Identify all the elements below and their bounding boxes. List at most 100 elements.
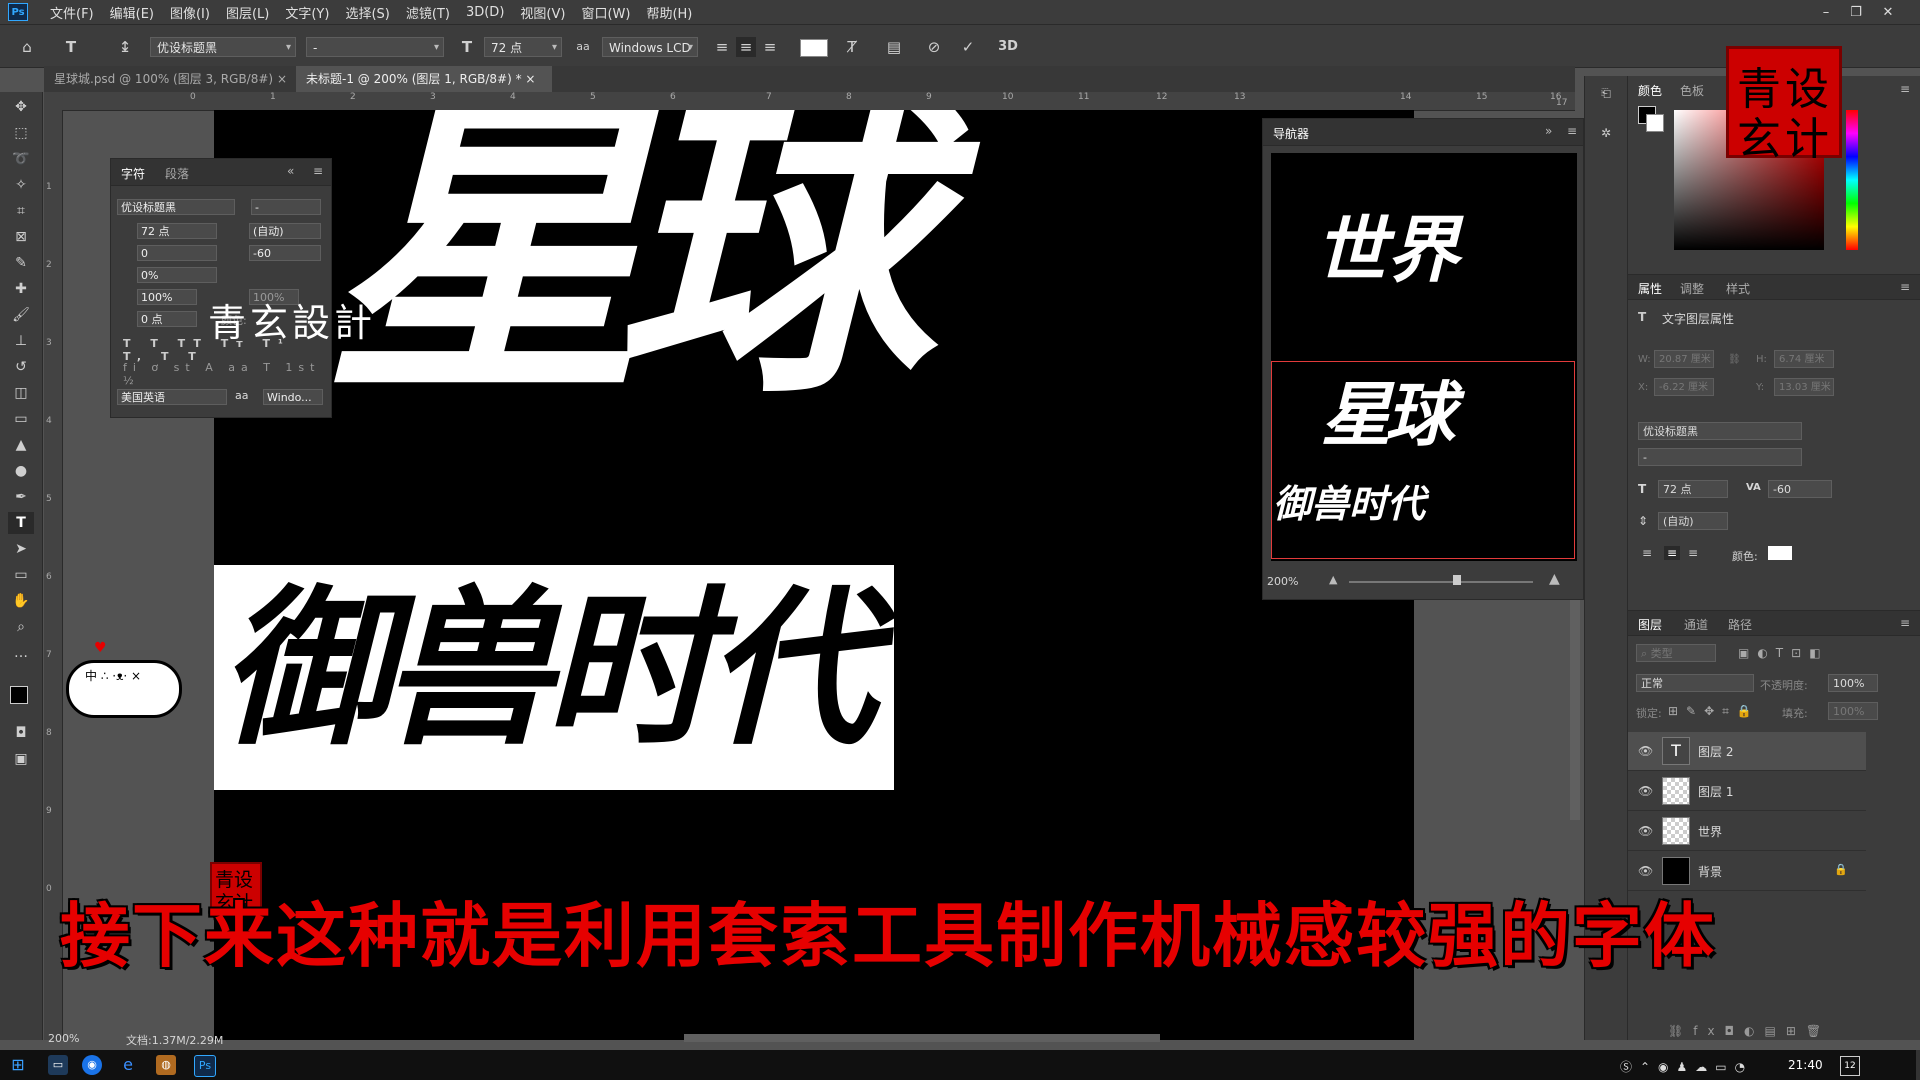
frame-tool-icon[interactable]: ⊠ xyxy=(8,226,34,248)
gradient-tool-icon[interactable]: ▭ xyxy=(8,408,34,430)
prop-tracking[interactable]: -60 xyxy=(1768,480,1832,498)
opacity-field[interactable]: 100% xyxy=(1828,674,1878,692)
menu-layer[interactable]: 图层(L) xyxy=(218,3,277,22)
toggle-orientation-icon[interactable]: ↨ xyxy=(114,37,136,57)
hue-slider[interactable] xyxy=(1846,110,1858,250)
prop-font-style[interactable]: - xyxy=(1638,448,1802,466)
layer-footer-icons[interactable]: ⛓fx◘◐▤⊞🗑 xyxy=(1668,1024,1831,1038)
type-tool-icon[interactable]: T xyxy=(60,37,82,57)
menu-view[interactable]: 视图(V) xyxy=(512,3,573,22)
tab-paragraph[interactable]: 段落 xyxy=(165,165,189,182)
prop-size[interactable]: 72 点 xyxy=(1658,480,1728,498)
fill-field[interactable]: 100% xyxy=(1828,702,1878,720)
char-kerning[interactable]: 0 xyxy=(137,245,217,261)
clock[interactable]: 21:40 xyxy=(1788,1058,1823,1072)
cancel-icon[interactable]: ⊘ xyxy=(924,37,944,57)
tab-planet-psd[interactable]: 星球城.psd @ 100% (图层 3, RGB/8#) × xyxy=(44,66,310,92)
panels-toggle-icon[interactable]: ▤ xyxy=(884,37,904,57)
warp-text-icon[interactable]: Ⱦ xyxy=(842,37,862,57)
lasso-tool-icon[interactable]: ➰ xyxy=(8,148,34,170)
char-baseline[interactable]: 0 点 xyxy=(137,311,197,327)
tab-close-icon[interactable]: × xyxy=(277,72,287,86)
shape-tool-icon[interactable]: ▭ xyxy=(8,564,34,586)
panel-menu-icon[interactable]: ≡ xyxy=(1567,124,1577,138)
align-left-icon[interactable]: ≡ xyxy=(712,37,732,57)
char-antialias[interactable]: Windo... xyxy=(263,389,323,405)
align-center-icon[interactable]: ≡ xyxy=(1664,546,1681,560)
eyedropper-icon[interactable]: ✎ xyxy=(8,252,34,274)
menu-type[interactable]: 文字(Y) xyxy=(277,3,337,22)
tab-close-icon[interactable]: × xyxy=(525,72,535,86)
font-family-select[interactable]: 优设标题黑 ▾ xyxy=(150,37,296,57)
blur-tool-icon[interactable]: ▲ xyxy=(8,434,34,456)
char-leading[interactable]: (自动) xyxy=(249,223,321,239)
status-zoom[interactable]: 200% xyxy=(48,1032,79,1045)
char-tsume[interactable]: 0% xyxy=(137,267,217,283)
show-desktop-button[interactable] xyxy=(1916,1050,1920,1080)
char-tracking[interactable]: -60 xyxy=(249,245,321,261)
crop-tool-icon[interactable]: ⌗ xyxy=(8,200,34,222)
type-tool-icon[interactable]: T xyxy=(8,512,34,534)
char-vertical-scale[interactable]: 100% xyxy=(137,289,197,305)
zoom-tool-icon[interactable]: ⌕ xyxy=(8,616,34,638)
marquee-tool-icon[interactable]: ⬚ xyxy=(8,122,34,144)
tab-paths[interactable]: 路径 xyxy=(1728,616,1752,633)
eraser-icon[interactable]: ◫ xyxy=(8,382,34,404)
menu-3d[interactable]: 3D(D) xyxy=(458,5,512,20)
width-field[interactable]: 20.87 厘米 xyxy=(1654,350,1714,368)
prop-color-swatch[interactable] xyxy=(1768,546,1792,560)
char-font-style[interactable]: - xyxy=(251,199,321,215)
layer-row[interactable]: 👁 T 图层 2 xyxy=(1628,732,1866,771)
zoom-slider[interactable] xyxy=(1349,581,1533,583)
menu-image[interactable]: 图像(I) xyxy=(162,3,218,22)
menu-edit[interactable]: 编辑(E) xyxy=(102,3,162,22)
more-tools-icon[interactable]: … xyxy=(8,642,34,664)
home-icon[interactable]: ⌂ xyxy=(16,37,38,57)
3d-button[interactable]: 3D xyxy=(996,37,1020,57)
layer-filter-icons[interactable]: ▣◐T⊡◧ xyxy=(1738,646,1829,660)
blend-mode-select[interactable]: 正常 xyxy=(1636,674,1754,692)
system-tray-icons[interactable]: Ⓢ⌃◉♟☁▭◔ xyxy=(1620,1058,1753,1075)
stamp-tool-icon[interactable]: ⊥ xyxy=(8,330,34,352)
navigator-preview[interactable]: 世界 星球 御兽时代 xyxy=(1271,153,1577,561)
close-icon[interactable]: ✕ xyxy=(1874,0,1902,24)
horizontal-scrollbar[interactable] xyxy=(684,1034,1160,1042)
visibility-eye-icon[interactable]: 👁 xyxy=(1638,824,1653,838)
collapse-icon[interactable]: « xyxy=(287,164,294,178)
visibility-eye-icon[interactable]: 👁 xyxy=(1638,744,1653,758)
antialias-select[interactable]: Windows LCD ▾ xyxy=(602,37,698,57)
tab-character[interactable]: 字符 xyxy=(121,165,145,182)
menu-file[interactable]: 文件(F) xyxy=(42,3,102,22)
visibility-eye-icon[interactable]: 👁 xyxy=(1638,864,1653,878)
link-icon[interactable]: ⛓ xyxy=(1728,354,1741,365)
tab-channels[interactable]: 通道 xyxy=(1684,616,1708,633)
menu-window[interactable]: 窗口(W) xyxy=(573,3,638,22)
layer-name[interactable]: 世界 xyxy=(1698,823,1722,840)
dodge-tool-icon[interactable]: ● xyxy=(8,460,34,482)
text-color-swatch[interactable] xyxy=(800,39,828,57)
quick-mask-icon[interactable]: ◘ xyxy=(8,722,34,744)
settings-panel-icon[interactable]: ✲ xyxy=(1595,126,1617,148)
tab-layers[interactable]: 图层 xyxy=(1638,616,1662,633)
healing-brush-icon[interactable]: ✚ xyxy=(8,278,34,300)
align-right-icon[interactable]: ≡ xyxy=(760,37,780,57)
char-size[interactable]: 72 点 xyxy=(137,223,217,239)
history-panel-icon[interactable]: ⎗ xyxy=(1595,86,1617,108)
font-style-select[interactable]: - ▾ xyxy=(306,37,444,57)
screen-mode-icon[interactable]: ▣ xyxy=(8,748,34,770)
align-right-icon[interactable]: ≡ xyxy=(1688,546,1698,560)
char-font-family[interactable]: 优设标题黑 xyxy=(117,199,235,215)
layer-row[interactable]: 👁 图层 1 xyxy=(1628,772,1866,811)
align-center-icon[interactable]: ≡ xyxy=(736,37,756,57)
char-language[interactable]: 美国英语 xyxy=(117,389,227,405)
menu-filter[interactable]: 滤镜(T) xyxy=(398,3,458,22)
history-brush-icon[interactable]: ↺ xyxy=(8,356,34,378)
zoom-in-icon[interactable]: ▲ xyxy=(1549,571,1560,587)
prop-font-family[interactable]: 优设标题黑 xyxy=(1638,422,1802,440)
minimize-icon[interactable]: – xyxy=(1812,0,1840,24)
hand-tool-icon[interactable]: ✋ xyxy=(8,590,34,612)
align-left-icon[interactable]: ≡ xyxy=(1642,546,1652,560)
magic-wand-icon[interactable]: ✧ xyxy=(8,174,34,196)
tab-styles[interactable]: 样式 xyxy=(1726,280,1750,297)
panel-menu-icon[interactable]: ≡ xyxy=(1900,280,1910,294)
